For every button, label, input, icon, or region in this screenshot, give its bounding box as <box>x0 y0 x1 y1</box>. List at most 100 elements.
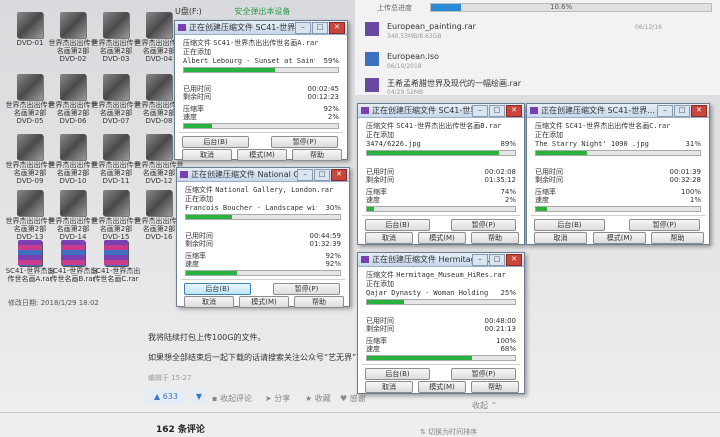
help-button[interactable]: 帮助 <box>294 296 344 308</box>
mode-button[interactable]: 模式(M) <box>239 296 289 308</box>
winrar-progress-dialog: 正在创建压缩文件 Hermitage_... – □ ✕ 压缩文件 Hermitage_… <box>357 252 525 394</box>
maximize-button[interactable]: □ <box>489 254 505 266</box>
help-button[interactable]: 帮助 <box>292 149 342 161</box>
background-button[interactable]: 后台(B) <box>534 219 605 231</box>
minimize-button[interactable]: – <box>295 22 311 34</box>
close-button[interactable]: ✕ <box>329 22 345 34</box>
maximize-button[interactable]: □ <box>674 105 690 117</box>
cancel-button[interactable]: 取消 <box>365 232 413 244</box>
share-button[interactable]: ➤ 分享 <box>265 393 290 404</box>
cancel-button[interactable]: 取消 <box>365 381 413 393</box>
downvote-icon: ▼ <box>195 392 203 401</box>
dialog-titlebar[interactable]: 正在创建压缩文件 Hermitage_... – □ ✕ <box>358 253 524 267</box>
folder-icon <box>60 134 86 160</box>
dialog-titlebar[interactable]: 正在创建压缩文件 SC41-世界... – □ ✕ <box>358 104 524 118</box>
pause-button[interactable]: 暂停(P) <box>629 219 700 231</box>
close-button[interactable]: ✕ <box>506 105 522 117</box>
background-button[interactable]: 后台(B) <box>182 136 249 148</box>
cancel-button[interactable]: 取消 <box>534 232 587 244</box>
dialog-title: 正在创建压缩文件 National Ga... <box>191 170 313 179</box>
cancel-button[interactable]: 取消 <box>184 296 234 308</box>
maximize-button[interactable]: □ <box>489 105 505 117</box>
favorite-button[interactable]: ★ 收藏 <box>305 393 331 404</box>
mode-button[interactable]: 模式(M) <box>593 232 646 244</box>
rar-archive-item[interactable]: SC41-世界杰出传世名画C.rar <box>91 240 141 283</box>
speed-label: 速度 <box>366 345 380 353</box>
upvote-button[interactable]: ▲ 633 <box>146 390 186 404</box>
total-progress-fill <box>367 207 375 211</box>
close-button[interactable]: ✕ <box>331 169 347 181</box>
remaining-label: 剩余时间 <box>366 176 394 184</box>
file-progress-bar <box>366 150 516 156</box>
upload-file-name[interactable]: European_painting.rar <box>387 22 476 31</box>
adding-label: 正在添加 <box>183 48 211 56</box>
mode-button[interactable]: 模式(M) <box>418 381 466 393</box>
speed-label: 速度 <box>185 260 199 268</box>
maximize-button[interactable]: □ <box>314 169 330 181</box>
background-button[interactable]: 后台(B) <box>365 368 430 380</box>
minimize-button[interactable]: – <box>472 105 488 117</box>
archive-row: 压缩文件 Hermitage_Museum_HiRes.rar <box>366 271 506 279</box>
upload-file-name[interactable]: 王希孟希腊世界及现代的一幅绘画.rar <box>387 78 521 89</box>
safe-eject-link[interactable]: 安全弹出本设备 <box>234 7 290 16</box>
pause-button[interactable]: 暂停(P) <box>451 219 516 231</box>
upload-file-name[interactable]: European.iso <box>387 52 439 61</box>
mode-button[interactable]: 模式(M) <box>418 232 466 244</box>
help-button[interactable]: 帮助 <box>471 232 519 244</box>
pause-button[interactable]: 暂停(P) <box>273 283 340 295</box>
star-icon: ★ <box>305 394 315 403</box>
file-progress-bar <box>183 67 339 73</box>
dialog-body: 压缩文件 SC41-世界杰出出传世名画B.rar 正在添加 3474/6226.jp… <box>358 118 524 244</box>
minimize-button[interactable]: – <box>472 254 488 266</box>
comment-count: 162 条评论 <box>156 425 205 435</box>
ratio-label: 压缩率 <box>366 188 387 196</box>
ratio-value: 92% <box>325 252 341 260</box>
file-progress-bar <box>535 150 701 156</box>
background-button[interactable]: 后台(B) <box>365 219 430 231</box>
background-button[interactable]: 后台(B) <box>184 283 251 295</box>
ratio-label: 压缩率 <box>185 252 206 260</box>
minimize-button[interactable]: – <box>297 169 313 181</box>
pause-button[interactable]: 暂停(P) <box>271 136 338 148</box>
maximize-button[interactable]: □ <box>312 22 328 34</box>
cancel-button[interactable]: 取消 <box>182 149 232 161</box>
minimize-button[interactable]: – <box>657 105 673 117</box>
thanks-button[interactable]: ♥ 感谢 <box>340 393 366 404</box>
file-percent: 31% <box>685 140 701 148</box>
comment-icon: ▪ <box>212 394 220 403</box>
sort-order-toggle[interactable]: ⇅ 切换为时间排序 <box>420 427 477 437</box>
window-controls: – □ ✕ <box>295 22 345 34</box>
mode-button[interactable]: 模式(M) <box>237 149 287 161</box>
remaining-value: 01:32:39 <box>309 240 341 248</box>
elapsed-label: 已用时间 <box>183 85 211 93</box>
file-progress-fill <box>367 300 404 304</box>
collapse-button[interactable]: 收起 ⌃ <box>472 400 497 411</box>
separator <box>531 215 705 216</box>
elapsed-value: 00:01:39 <box>669 168 701 176</box>
close-button[interactable]: ✕ <box>506 254 522 266</box>
close-button[interactable]: ✕ <box>691 105 707 117</box>
elapsed-value: 00:48:00 <box>484 317 516 325</box>
file-progress-fill <box>184 68 275 72</box>
item-label: SC41-世界杰出传世名画C.rar <box>91 267 141 283</box>
collapse-label: 收起 <box>472 401 488 410</box>
downvote-button[interactable]: ▼ <box>192 390 206 404</box>
winrar-icon <box>180 171 188 178</box>
upload-file-meta: 04/29 52MB <box>387 89 424 96</box>
dialog-titlebar[interactable]: 正在创建压缩文件 SC41-世界... – □ ✕ <box>527 104 709 118</box>
window-controls: – □ ✕ <box>657 105 707 117</box>
winrar-progress-dialog: 正在创建压缩文件 SC41-世界... – □ ✕ 压缩文件 SC41-世界杰出出传世名… <box>526 103 710 245</box>
remaining-label: 剩余时间 <box>535 176 563 184</box>
dialog-titlebar[interactable]: 正在创建压缩文件 National Ga... – □ ✕ <box>177 168 349 182</box>
collect-comments-button[interactable]: ▪ 收起评论 <box>212 393 252 404</box>
dialog-titlebar[interactable]: 正在创建压缩文件 SC41-世界... – □ ✕ <box>175 21 347 35</box>
vote-count: 633 <box>162 392 178 401</box>
remaining-value: 00:21:13 <box>484 325 516 333</box>
separator <box>179 132 343 133</box>
speed-value: 1% <box>689 196 701 204</box>
favorite-label: 收藏 <box>314 394 331 403</box>
folder-icon <box>146 190 172 216</box>
help-button[interactable]: 帮助 <box>651 232 704 244</box>
help-button[interactable]: 帮助 <box>471 381 519 393</box>
pause-button[interactable]: 暂停(P) <box>451 368 516 380</box>
